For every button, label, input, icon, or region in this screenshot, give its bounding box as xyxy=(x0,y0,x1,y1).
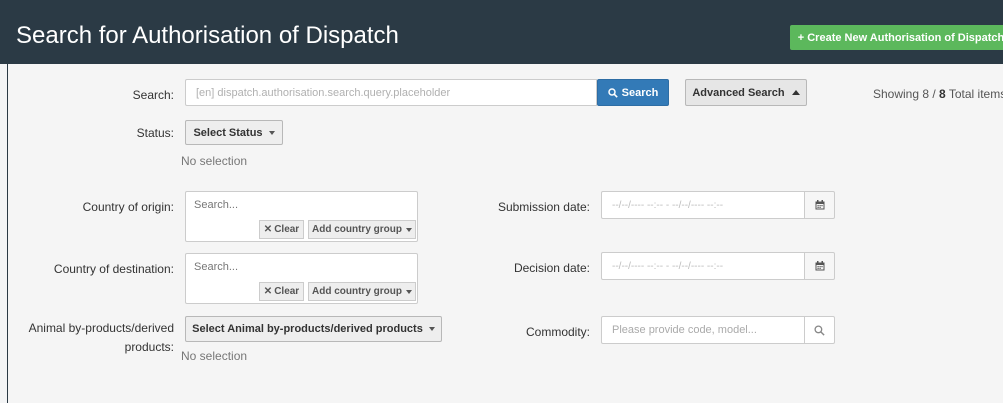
chevron-down-icon xyxy=(406,289,412,294)
chevron-down-icon xyxy=(406,227,412,232)
page-header: Search for Authorisation of Dispatch + C… xyxy=(0,0,1003,64)
country-origin-input[interactable]: Search... xyxy=(194,199,238,211)
status-dropdown-label: Select Status xyxy=(193,126,263,139)
results-count-prefix: Showing 8 / xyxy=(873,87,940,101)
country-origin-select[interactable]: Search... ✕ Clear Add country group xyxy=(185,191,418,242)
advanced-search-label: Advanced Search xyxy=(692,86,785,99)
search-icon xyxy=(607,87,618,98)
clear-label: Clear xyxy=(274,286,300,297)
calendar-icon xyxy=(815,200,824,210)
animal-products-dropdown-label: Select Animal by-products/derived produc… xyxy=(192,323,423,335)
animal-products-dropdown[interactable]: Select Animal by-products/derived produc… xyxy=(185,316,442,342)
commodity-search-button[interactable] xyxy=(804,316,835,344)
status-label: Status: xyxy=(136,126,174,140)
search-button[interactable]: Search xyxy=(597,79,669,106)
search-placeholder: [en] dispatch.authorisation.search.query… xyxy=(196,86,451,99)
results-count-suffix: Total items xyxy=(945,87,1003,101)
status-dropdown[interactable]: Select Status xyxy=(185,120,283,145)
chevron-down-icon xyxy=(428,327,435,331)
country-destination-input[interactable]: Search... xyxy=(194,261,238,273)
animal-products-selection: No selection xyxy=(181,349,248,363)
country-destination-select[interactable]: Search... ✕ Clear Add country group xyxy=(185,253,418,304)
search-panel: Search: [en] dispatch.authorisation.sear… xyxy=(7,64,1003,403)
decision-date-placeholder: --/--/---- --:-- - --/--/---- --:-- xyxy=(612,260,724,272)
close-icon: ✕ xyxy=(263,224,273,235)
chevron-down-icon xyxy=(268,130,275,135)
commodity-input[interactable]: Please provide code, model... xyxy=(601,316,805,344)
submission-date-placeholder: --/--/---- --:-- - --/--/---- --:-- xyxy=(612,199,724,211)
search-icon xyxy=(814,324,825,336)
country-origin-add-group-button[interactable]: Add country group xyxy=(308,220,416,239)
add-group-label: Add country group xyxy=(312,224,402,235)
decision-date-input[interactable]: --/--/---- --:-- - --/--/---- --:-- xyxy=(601,252,805,280)
country-destination-clear-button[interactable]: ✕ Clear xyxy=(259,282,304,301)
status-selection: No selection xyxy=(181,154,248,168)
commodity-label: Commodity: xyxy=(525,325,590,339)
add-group-label: Add country group xyxy=(312,286,402,297)
decision-date-label: Decision date: xyxy=(513,261,590,275)
results-count: Showing 8 / 8 Total items xyxy=(873,87,1003,101)
search-label: Search: xyxy=(132,88,174,102)
clear-label: Clear xyxy=(274,224,300,235)
calendar-icon xyxy=(815,261,824,271)
country-origin-label: Country of origin: xyxy=(82,200,174,214)
advanced-search-button[interactable]: Advanced Search xyxy=(685,79,807,106)
animal-products-label: Animal by-products/derived products: xyxy=(28,321,174,354)
close-icon: ✕ xyxy=(263,286,273,297)
submission-date-picker-button[interactable] xyxy=(804,191,835,219)
search-input[interactable]: [en] dispatch.authorisation.search.query… xyxy=(185,79,597,106)
create-authorisation-button[interactable]: + Create New Authorisation of Dispatch xyxy=(790,25,1003,50)
country-origin-clear-button[interactable]: ✕ Clear xyxy=(259,220,304,239)
search-button-label: Search xyxy=(621,86,659,99)
submission-date-input[interactable]: --/--/---- --:-- - --/--/---- --:-- xyxy=(601,191,805,219)
country-destination-label: Country of destination: xyxy=(53,262,174,276)
commodity-placeholder: Please provide code, model... xyxy=(612,324,757,336)
results-total: 8 xyxy=(939,87,946,101)
submission-date-label: Submission date: xyxy=(497,200,590,214)
page-title: Search for Authorisation of Dispatch xyxy=(16,22,399,49)
caret-up-icon xyxy=(791,90,800,95)
country-destination-add-group-button[interactable]: Add country group xyxy=(308,282,416,301)
decision-date-picker-button[interactable] xyxy=(804,252,835,280)
